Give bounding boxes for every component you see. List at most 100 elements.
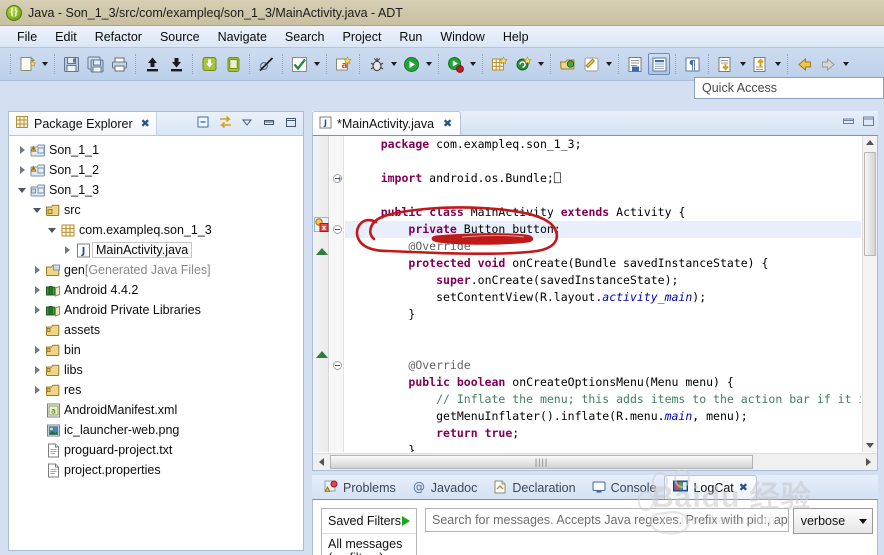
new-java-class-dropdown-arrow[interactable] [535,53,546,75]
editor-marker-ruler[interactable]: x [313,136,329,452]
toggle-mark-occurrences-icon[interactable] [288,53,310,75]
logcat-search-input[interactable]: Search for messages. Accepts Java regexe… [425,508,789,532]
collapsed-twisty-icon[interactable] [30,286,44,294]
menu-edit[interactable]: Edit [46,28,86,46]
collapsed-twisty-icon[interactable] [15,146,29,154]
code-line[interactable]: // Inflate the menu; this adds items to … [345,391,861,408]
menu-source[interactable]: Source [151,28,209,46]
code-line[interactable]: public class MainActivity extends Activi… [345,204,861,221]
maximize-icon[interactable] [862,115,875,130]
maximize-icon[interactable] [283,114,299,130]
package-explorer-tree[interactable]: Son_1_1 Son_1_2 Son_1_3 src com.exampleq.son… [9,136,303,550]
close-icon[interactable]: ✖ [443,117,452,130]
save-all-icon[interactable] [84,53,106,75]
close-icon[interactable]: ✖ [739,481,748,494]
expanded-twisty-icon[interactable] [30,207,44,213]
print-icon[interactable] [108,53,130,75]
code-content[interactable]: package com.exampleq.son_1_3; import and… [345,136,861,452]
code-line[interactable]: protected void onCreate(Bundle savedInst… [345,255,861,272]
collapse-all-icon[interactable] [195,114,211,130]
close-icon[interactable]: ✖ [141,117,150,130]
run-icon[interactable] [400,53,422,75]
code-line[interactable]: } [345,442,861,452]
scroll-down-arrow[interactable] [866,443,874,448]
minimize-icon[interactable] [842,115,855,130]
collapse-method-icon[interactable] [333,361,342,370]
android-sdk-manager-icon[interactable] [198,53,220,75]
link-with-editor-icon[interactable] [217,114,233,130]
code-line[interactable]: super.onCreate(savedInstanceState); [345,272,861,289]
open-type-icon[interactable] [556,53,578,75]
code-line[interactable]: @Override [345,357,861,374]
tree-item-res[interactable]: res [9,380,303,400]
view-menu-icon[interactable] [239,114,255,130]
log-level-select[interactable]: verbose [792,508,873,534]
code-line[interactable] [345,323,861,340]
error-marker-icon[interactable]: x [314,217,329,232]
android-avd-manager-icon[interactable] [222,53,244,75]
new-wizard-dropdown-arrow[interactable] [39,53,50,75]
scroll-left-arrow[interactable] [313,455,330,470]
horizontal-scroll-thumb[interactable]: |||| [330,455,753,469]
tree-item-com-exampleq-son-1-3[interactable]: com.exampleq.son_1_3 [9,220,303,240]
expanded-twisty-icon[interactable] [15,187,29,193]
editor-folding-ruler[interactable]: + [330,136,344,452]
tree-item-mainactivity-java[interactable]: J MainActivity.java [9,240,303,260]
tree-item-son-1-1[interactable]: Son_1_1 [9,140,303,160]
editor-vertical-scrollbar[interactable] [862,136,877,452]
tab-package-explorer[interactable]: Package Explorer ✖ [9,112,157,135]
save-icon[interactable] [60,53,82,75]
tab-mainactivity-java[interactable]: J *MainActivity.java ✖ [312,111,462,135]
tree-item-libs[interactable]: libs [9,360,303,380]
tree-item-androidmanifest-xml[interactable]: a AndroidManifest.xml [9,400,303,420]
menu-file[interactable]: File [8,28,46,46]
new-android-project-icon[interactable]: a [332,53,354,75]
next-annotation-icon[interactable] [624,53,646,75]
tree-item-gen[interactable]: gen [Generated Java Files] [9,260,303,280]
vertical-scroll-thumb[interactable] [864,152,876,256]
code-line[interactable]: private Button button; [345,221,861,238]
last-edit-location-dropdown-arrow[interactable] [772,53,783,75]
editor-horizontal-scrollbar[interactable]: |||| [313,453,877,470]
code-line[interactable] [345,153,861,170]
menu-refactor[interactable]: Refactor [86,28,151,46]
code-line[interactable] [345,187,861,204]
tree-item-son-1-3[interactable]: Son_1_3 [9,180,303,200]
run-external-tools-icon[interactable] [444,53,466,75]
code-line[interactable] [345,340,861,357]
toggle-java-editor-breadcrumb-icon[interactable] [648,53,670,75]
collapsed-twisty-icon[interactable] [30,266,44,274]
saved-filter-item[interactable]: All messages (no filters) [322,534,416,555]
tab-javadoc[interactable]: @ Javadoc [404,477,486,499]
code-line[interactable]: import android.os.Bundle;⎕ [345,170,861,187]
quick-access-input[interactable]: Quick Access [694,77,884,99]
previous-edit-location-dropdown-arrow[interactable] [737,53,748,75]
tab-logcat[interactable]: LogCat ✖ [664,475,757,499]
code-line[interactable]: package com.exampleq.son_1_3; [345,136,861,153]
tab-console[interactable]: Console [584,477,665,499]
menu-run[interactable]: Run [390,28,431,46]
collapsed-twisty-icon[interactable] [60,246,74,254]
code-line[interactable]: } [345,306,861,323]
tree-item-project-properties[interactable]: project.properties [9,460,303,480]
search-dropdown-arrow[interactable] [603,53,614,75]
collapsed-twisty-icon[interactable] [30,366,44,374]
search-icon[interactable] [580,53,602,75]
previous-edit-location-icon[interactable] [714,53,736,75]
tree-item-src[interactable]: src [9,200,303,220]
run-dropdown-arrow[interactable] [423,53,434,75]
new-java-package-icon[interactable] [488,53,510,75]
collapsed-twisty-icon[interactable] [30,386,44,394]
tree-item-son-1-2[interactable]: Son_1_2 [9,160,303,180]
expand-import-icon[interactable]: + [333,174,342,184]
tree-item-bin[interactable]: bin [9,340,303,360]
add-filter-icon[interactable] [402,516,410,526]
tree-item-assets[interactable]: assets [9,320,303,340]
menu-navigate[interactable]: Navigate [209,28,276,46]
tree-item-proguard-project-txt[interactable]: proguard-project.txt [9,440,303,460]
minimize-icon[interactable] [261,114,277,130]
forward-dropdown-arrow[interactable] [840,53,851,75]
back-icon[interactable] [793,53,815,75]
collapsed-twisty-icon[interactable] [30,346,44,354]
tab-problems[interactable]: Problems [316,477,404,499]
